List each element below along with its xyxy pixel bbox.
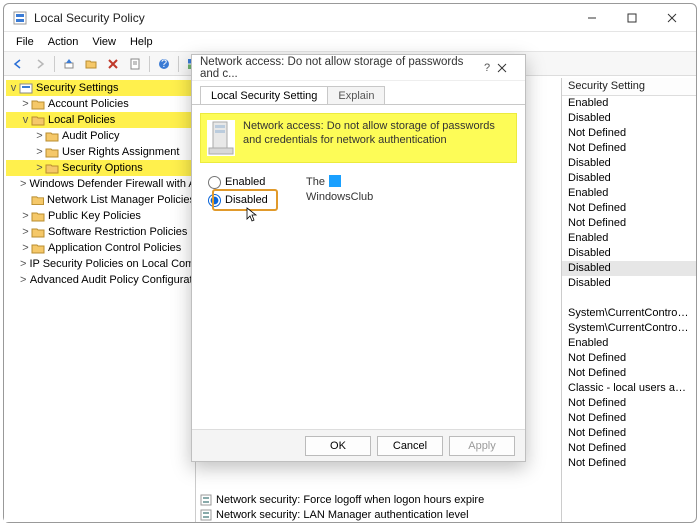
close-button[interactable] bbox=[652, 6, 692, 30]
value-row[interactable]: Not Defined bbox=[562, 201, 696, 216]
policy-row[interactable]: Network security: Force logoff when logo… bbox=[196, 492, 561, 507]
value-row[interactable]: Not Defined bbox=[562, 411, 696, 426]
app-icon bbox=[12, 10, 28, 26]
value-row[interactable]: Enabled bbox=[562, 336, 696, 351]
value-row[interactable]: Enabled bbox=[562, 186, 696, 201]
value-row[interactable]: Disabled bbox=[562, 261, 696, 276]
tree-item[interactable]: >IP Security Policies on Local Comp bbox=[6, 256, 195, 272]
tree-item[interactable]: >Account Policies bbox=[6, 96, 195, 112]
tree-item[interactable]: >Advanced Audit Policy Configurati bbox=[6, 272, 195, 288]
tree-item[interactable]: >Public Key Policies bbox=[6, 208, 195, 224]
dialog-title: Network access: Do not allow storage of … bbox=[200, 56, 477, 80]
value-row[interactable] bbox=[562, 291, 696, 306]
policy-row[interactable]: Network security: LAN Manager authentica… bbox=[196, 507, 561, 522]
menu-help[interactable]: Help bbox=[124, 34, 159, 50]
maximize-button[interactable] bbox=[612, 6, 652, 30]
watermark: The WindowsClub bbox=[306, 173, 373, 204]
tree-root[interactable]: v Security Settings bbox=[6, 80, 195, 96]
value-row[interactable]: Disabled bbox=[562, 156, 696, 171]
menu-action[interactable]: Action bbox=[42, 34, 85, 50]
tree-item[interactable]: vLocal Policies bbox=[6, 112, 195, 128]
dialog-buttons: OK Cancel Apply bbox=[192, 429, 525, 461]
svg-text:?: ? bbox=[161, 58, 167, 70]
value-column-header[interactable]: Security Setting bbox=[562, 78, 696, 96]
minimize-button[interactable] bbox=[572, 6, 612, 30]
value-row[interactable]: Disabled bbox=[562, 276, 696, 291]
tab-explain[interactable]: Explain bbox=[327, 86, 385, 104]
delete-icon[interactable] bbox=[103, 54, 123, 74]
tree-item[interactable]: Network List Manager Policies bbox=[6, 192, 195, 208]
menu-view[interactable]: View bbox=[86, 34, 122, 50]
cancel-button[interactable]: Cancel bbox=[377, 436, 443, 456]
tree-item[interactable]: >Audit Policy bbox=[6, 128, 195, 144]
ok-button[interactable]: OK bbox=[305, 436, 371, 456]
tree-item[interactable]: >User Rights Assignment bbox=[6, 144, 195, 160]
dialog-tabs: Local Security Setting Explain bbox=[192, 81, 525, 105]
value-row[interactable]: Disabled bbox=[562, 246, 696, 261]
tab-local-security-setting[interactable]: Local Security Setting bbox=[200, 86, 328, 104]
tree-item[interactable]: >Windows Defender Firewall with A bbox=[6, 176, 195, 192]
value-row[interactable]: Not Defined bbox=[562, 426, 696, 441]
server-icon bbox=[207, 120, 235, 156]
back-icon[interactable] bbox=[8, 54, 28, 74]
dialog-close-icon[interactable] bbox=[497, 63, 517, 73]
value-row[interactable]: Not Defined bbox=[562, 126, 696, 141]
window-title: Local Security Policy bbox=[34, 11, 572, 25]
menubar: File Action View Help bbox=[4, 32, 696, 52]
value-row[interactable]: Not Defined bbox=[562, 216, 696, 231]
forward-icon[interactable] bbox=[30, 54, 50, 74]
value-row[interactable]: Enabled bbox=[562, 231, 696, 246]
up-icon[interactable] bbox=[59, 54, 79, 74]
dialog-titlebar: Network access: Do not allow storage of … bbox=[192, 55, 525, 81]
value-row[interactable]: Classic - local users auth... bbox=[562, 381, 696, 396]
radio-group: Enabled Disabled The WindowsClub bbox=[208, 173, 515, 209]
dialog-heading: Network access: Do not allow storage of … bbox=[200, 113, 517, 163]
value-row[interactable]: Not Defined bbox=[562, 141, 696, 156]
value-row[interactable]: Not Defined bbox=[562, 396, 696, 411]
value-row[interactable]: Not Defined bbox=[562, 366, 696, 381]
help-icon[interactable]: ? bbox=[154, 54, 174, 74]
folder-icon[interactable] bbox=[81, 54, 101, 74]
value-column[interactable]: Security Setting EnabledDisabledNot Defi… bbox=[562, 78, 696, 522]
dialog-help-icon[interactable]: ? bbox=[477, 62, 497, 74]
tree-item[interactable]: >Application Control Policies bbox=[6, 240, 195, 256]
properties-dialog: Network access: Do not allow storage of … bbox=[191, 54, 526, 462]
tree-item[interactable]: >Software Restriction Policies bbox=[6, 224, 195, 240]
properties-icon[interactable] bbox=[125, 54, 145, 74]
tree-pane[interactable]: v Security Settings >Account PoliciesvLo… bbox=[4, 78, 196, 522]
value-row[interactable]: Disabled bbox=[562, 111, 696, 126]
value-row[interactable]: Disabled bbox=[562, 171, 696, 186]
dialog-heading-text: Network access: Do not allow storage of … bbox=[243, 120, 510, 156]
value-row[interactable]: Not Defined bbox=[562, 456, 696, 471]
menu-file[interactable]: File bbox=[10, 34, 40, 50]
value-row[interactable]: System\CurrentControlS... bbox=[562, 306, 696, 321]
tree-root-label: Security Settings bbox=[36, 82, 119, 94]
value-row[interactable]: System\CurrentControlS... bbox=[562, 321, 696, 336]
titlebar: Local Security Policy bbox=[4, 4, 696, 32]
value-row[interactable]: Not Defined bbox=[562, 441, 696, 456]
apply-button[interactable]: Apply bbox=[449, 436, 515, 456]
value-row[interactable]: Enabled bbox=[562, 96, 696, 111]
tree-item[interactable]: >Security Options bbox=[6, 160, 195, 176]
value-row[interactable]: Not Defined bbox=[562, 351, 696, 366]
cursor-icon bbox=[246, 207, 260, 223]
